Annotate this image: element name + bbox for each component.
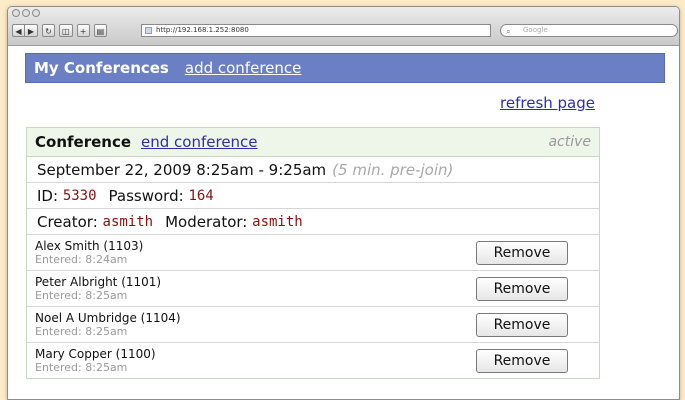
print-icon[interactable]: ▤ xyxy=(93,24,108,37)
refresh-row: refresh page xyxy=(25,83,665,119)
password-label: Password: xyxy=(108,186,184,205)
conference-id-row: ID: 5330 Password: 164 xyxy=(27,183,599,209)
add-bookmark-icon[interactable]: + xyxy=(76,24,90,37)
minimize-window-icon[interactable] xyxy=(22,9,30,17)
prejoin-note: (5 min. pre-join) xyxy=(332,160,454,179)
participant-entered: Entered: 8:25am xyxy=(35,361,128,374)
page-title: My Conferences xyxy=(34,59,169,77)
search-icon: ⌕ xyxy=(506,27,511,36)
id-label: ID: xyxy=(37,186,59,205)
participant-name: Mary Copper (1100) xyxy=(35,347,156,361)
add-conference-link[interactable]: add conference xyxy=(185,59,302,77)
participant-row: Peter Albright (1101) Entered: 8:25am Re… xyxy=(27,271,599,307)
conference-datetime: September 22, 2009 8:25am - 9:25am xyxy=(37,160,327,179)
search-input[interactable]: ⌕ Google xyxy=(500,24,678,37)
refresh-page-link[interactable]: refresh page xyxy=(500,94,595,112)
participant-entered: Entered: 8:24am xyxy=(35,253,128,266)
participant-row: Alex Smith (1103) Entered: 8:24am Remove xyxy=(27,235,599,271)
conference-panel: Conference end conference active Septemb… xyxy=(26,127,600,379)
browser-window: ◀ ▶ ↻ ◫ + ▤ http://192.168.1.252:8080 ⌕ … xyxy=(7,6,680,400)
nav-buttons: ◀ ▶ ↻ ◫ + ▤ xyxy=(12,24,108,37)
participant-name: Noel A Umbridge (1104) xyxy=(35,311,181,325)
creator-label: Creator: xyxy=(37,212,98,231)
zoom-window-icon[interactable] xyxy=(32,9,40,17)
page-content: My Conferences add conference refresh pa… xyxy=(25,53,665,119)
conference-header: Conference end conference active xyxy=(27,128,599,157)
search-placeholder: Google xyxy=(523,26,548,34)
address-bar[interactable]: http://192.168.1.252:8080 xyxy=(141,24,491,37)
moderator-value: asmith xyxy=(252,213,303,230)
participant-name: Alex Smith (1103) xyxy=(35,239,144,253)
participant-name: Peter Albright (1101) xyxy=(35,275,162,289)
creator-value: asmith xyxy=(102,213,154,230)
status-badge: active xyxy=(548,134,591,150)
end-conference-link[interactable]: end conference xyxy=(141,133,258,151)
remove-participant-button[interactable]: Remove xyxy=(476,349,568,373)
conference-label: Conference xyxy=(35,133,132,151)
window-controls xyxy=(12,9,40,17)
rss-icon[interactable]: ◫ xyxy=(59,24,73,37)
participant-row: Mary Copper (1100) Entered: 8:25am Remov… xyxy=(27,343,599,378)
moderator-label: Moderator: xyxy=(165,212,248,231)
participant-entered: Entered: 8:25am xyxy=(35,325,128,338)
back-icon[interactable]: ◀ xyxy=(12,24,25,37)
forward-icon[interactable]: ▶ xyxy=(25,24,38,37)
participant-row: Noel A Umbridge (1104) Entered: 8:25am R… xyxy=(27,307,599,343)
back-forward-group: ◀ ▶ xyxy=(12,24,38,37)
conference-time-row: September 22, 2009 8:25am - 9:25am (5 mi… xyxy=(27,157,599,183)
password-value: 164 xyxy=(188,187,214,204)
reload-icon[interactable]: ↻ xyxy=(42,24,55,37)
page-header: My Conferences add conference xyxy=(25,53,665,83)
id-value: 5330 xyxy=(62,187,97,204)
close-window-icon[interactable] xyxy=(12,9,20,17)
address-text: http://192.168.1.252:8080 xyxy=(156,26,249,34)
site-icon xyxy=(145,27,152,34)
remove-participant-button[interactable]: Remove xyxy=(476,313,568,337)
remove-participant-button[interactable]: Remove xyxy=(476,241,568,265)
browser-toolbar: ◀ ▶ ↻ ◫ + ▤ http://192.168.1.252:8080 ⌕ … xyxy=(8,7,679,46)
conference-owner-row: Creator: asmith Moderator: asmith xyxy=(27,209,599,235)
remove-participant-button[interactable]: Remove xyxy=(476,277,568,301)
participant-entered: Entered: 8:25am xyxy=(35,289,128,302)
